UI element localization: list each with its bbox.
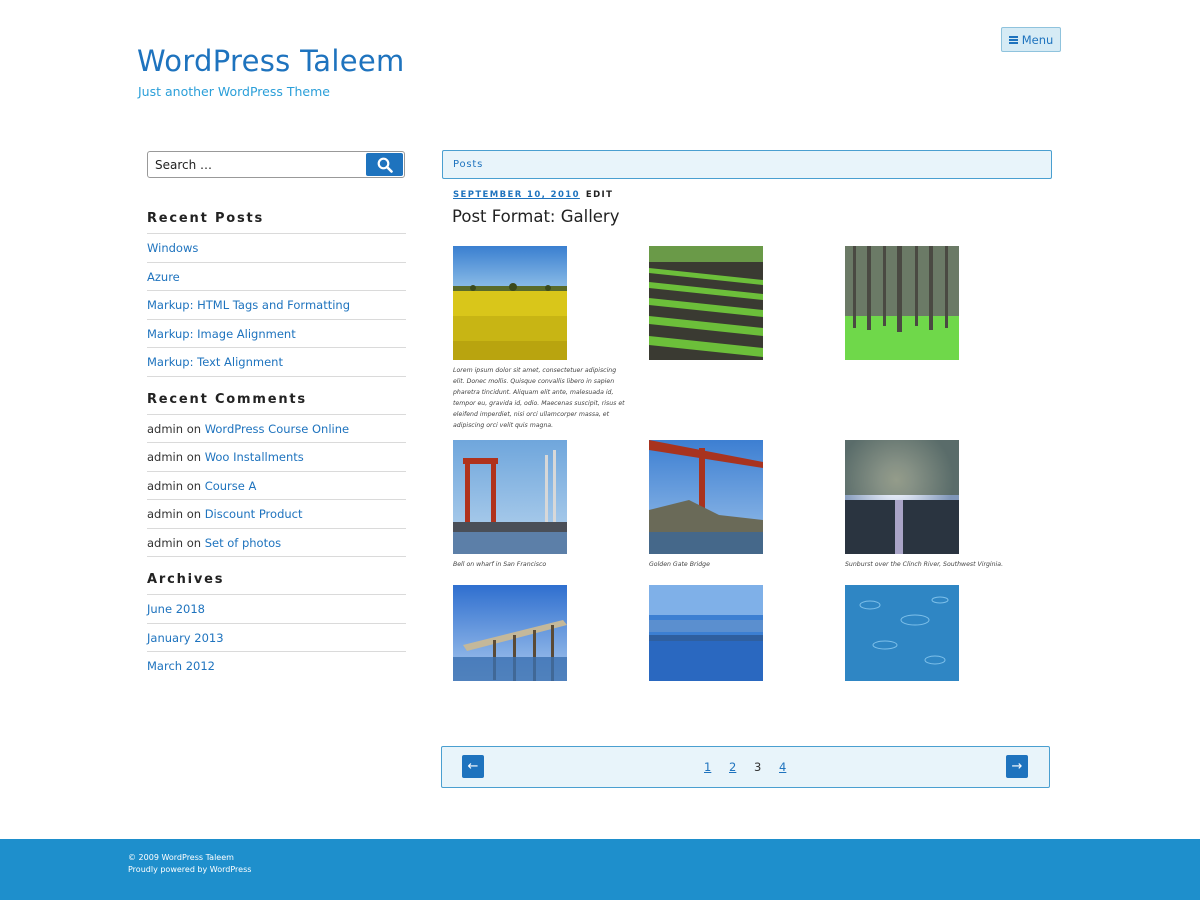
list-item: admin on Course A: [147, 472, 406, 500]
recent-posts-list: Windows Azure Markup: HTML Tags and Form…: [147, 234, 406, 377]
gallery-caption: Bell on wharf in San Francisco: [453, 561, 547, 568]
comment-author: admin: [147, 450, 184, 464]
next-page-button[interactable]: →: [1006, 755, 1028, 778]
search-input[interactable]: [148, 157, 363, 172]
page-link[interactable]: 2: [729, 760, 736, 774]
comment-on: on: [186, 450, 202, 464]
search-form: [147, 151, 405, 178]
section-heading: Posts: [442, 150, 1052, 179]
list-item: January 2013: [147, 624, 406, 652]
gallery-caption: Sunburst over the Clinch River, Southwes…: [845, 561, 1004, 568]
recent-post-link[interactable]: Windows: [147, 241, 198, 255]
gallery-image-crop-rows[interactable]: [649, 246, 763, 360]
list-item: Markup: HTML Tags and Formatting: [147, 291, 406, 320]
gallery-image-sunburst-river[interactable]: [845, 440, 959, 554]
list-item: admin on WordPress Course Online: [147, 415, 406, 443]
archives-list: June 2018 January 2013 March 2012: [147, 595, 406, 681]
prev-page-button[interactable]: ←: [462, 755, 484, 778]
list-item: June 2018: [147, 595, 406, 624]
gallery-caption: Golden Gate Bridge: [649, 561, 710, 568]
recent-comments-title: Recent Comments: [147, 385, 406, 415]
site-description: Just another WordPress Theme: [138, 84, 330, 99]
page-link[interactable]: 1: [704, 760, 711, 774]
footer: © 2009 WordPress Taleem Proudly powered …: [0, 839, 1200, 900]
comment-on: on: [186, 535, 202, 550]
list-item: Azure: [147, 263, 406, 291]
edit-link[interactable]: EDIT: [586, 190, 613, 200]
recent-post-link[interactable]: Markup: Text Alignment: [147, 355, 283, 369]
comment-on: on: [186, 478, 202, 493]
recent-post-link[interactable]: Markup: HTML Tags and Formatting: [147, 298, 350, 312]
recent-post-link[interactable]: Markup: Image Alignment: [147, 327, 296, 341]
archives-title: Archives: [147, 565, 406, 595]
archive-link[interactable]: January 2013: [147, 631, 224, 645]
gallery-image-pine-forest[interactable]: [845, 246, 959, 360]
site-title[interactable]: WordPress Taleem: [137, 44, 405, 78]
post-meta: SEPTEMBER 10, 2010 EDIT: [453, 190, 613, 200]
list-item: Windows: [147, 234, 406, 263]
hamburger-icon: [1008, 35, 1018, 44]
comment-author: admin: [147, 421, 184, 436]
comment-post-link[interactable]: Woo Installments: [205, 450, 304, 464]
list-item: Markup: Text Alignment: [147, 348, 406, 377]
footer-powered-by[interactable]: Proudly powered by WordPress: [128, 865, 251, 874]
archive-link[interactable]: June 2018: [147, 602, 205, 616]
footer-copyright: © 2009 WordPress Taleem: [128, 853, 234, 862]
comment-post-link[interactable]: Discount Product: [205, 507, 303, 521]
search-icon: [377, 157, 393, 173]
comment-post-link[interactable]: WordPress Course Online: [205, 422, 349, 436]
archive-link[interactable]: March 2012: [147, 659, 215, 673]
gallery-image-pier[interactable]: [453, 585, 567, 681]
gallery-image-marina[interactable]: [649, 585, 763, 681]
pagination: ← 1 2 3 4 →: [441, 746, 1050, 788]
search-button[interactable]: [366, 153, 403, 176]
comment-author: admin: [147, 507, 184, 521]
gallery-image-bell-wharf[interactable]: [453, 440, 567, 554]
comment-post-link[interactable]: Set of photos: [205, 536, 281, 550]
comment-author: admin: [147, 478, 184, 493]
gallery-image-canola-field[interactable]: [453, 246, 567, 360]
menu-button[interactable]: Menu: [1001, 27, 1061, 52]
page-link[interactable]: 4: [779, 760, 786, 774]
list-item: admin on Set of photos: [147, 529, 406, 557]
comment-on: on: [186, 421, 202, 436]
list-item: admin on Discount Product: [147, 500, 406, 529]
gallery-image-rain-water[interactable]: [845, 585, 959, 681]
recent-posts-title: Recent Posts: [147, 204, 406, 234]
recent-post-link[interactable]: Azure: [147, 270, 180, 284]
recent-comments-list: admin on WordPress Course Online admin o…: [147, 415, 406, 557]
post-title[interactable]: Post Format: Gallery: [452, 207, 619, 226]
list-item: admin on Woo Installments: [147, 443, 406, 472]
gallery-caption: Lorem ipsum dolor sit amet, consectetuer…: [453, 367, 625, 429]
menu-button-label: Menu: [1021, 32, 1054, 47]
comment-author: admin: [147, 535, 184, 550]
page-current: 3: [754, 760, 762, 774]
gallery-image-golden-gate[interactable]: [649, 440, 763, 554]
post-date-link[interactable]: SEPTEMBER 10, 2010: [453, 190, 580, 200]
list-item: Markup: Image Alignment: [147, 320, 406, 348]
comment-on: on: [186, 507, 202, 521]
list-item: March 2012: [147, 652, 406, 681]
comment-post-link[interactable]: Course A: [205, 479, 257, 493]
sidebar: Recent Posts Windows Azure Markup: HTML …: [147, 151, 406, 681]
